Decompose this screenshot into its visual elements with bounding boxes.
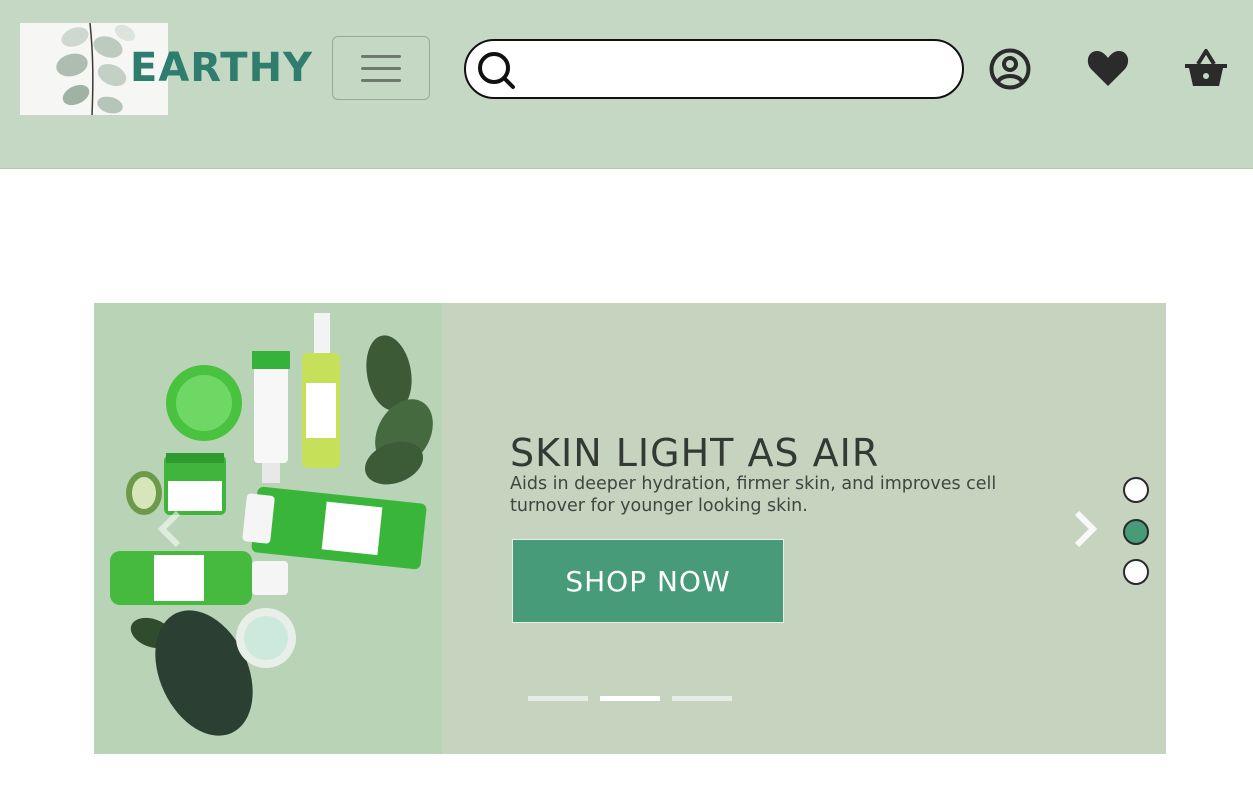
hero-carousel: SKIN LIGHT AS AIR Aids in deeper hydrati…: [94, 303, 1166, 754]
slide-description: Aids in deeper hydration, firmer skin, a…: [510, 474, 997, 516]
hamburger-menu-icon[interactable]: [332, 36, 430, 100]
chevron-left-icon: [157, 510, 181, 548]
slide-title: SKIN LIGHT AS AIR: [510, 431, 880, 475]
slide-dot-1[interactable]: [1123, 477, 1149, 503]
next-slide-button[interactable]: [1071, 509, 1099, 553]
search-input[interactable]: [526, 49, 950, 91]
product-image: [94, 303, 442, 754]
basket-icon: [1185, 49, 1227, 86]
previous-slide-button[interactable]: [156, 509, 184, 553]
user-circle-icon: [989, 48, 1031, 90]
slide-indicator-1[interactable]: [528, 696, 588, 701]
slide-dot-3[interactable]: [1123, 559, 1149, 585]
slide-indicator-2[interactable]: [600, 696, 660, 701]
slide-indicator-3[interactable]: [672, 696, 732, 701]
search-icon: [478, 52, 515, 89]
chevron-right-icon: [1074, 510, 1098, 548]
heart-icon: [1087, 51, 1129, 86]
brand-logo[interactable]: EARTHY: [20, 23, 312, 115]
slide-dot-2[interactable]: [1123, 519, 1149, 545]
cart-button[interactable]: [1183, 46, 1229, 92]
site-header: EARTHY: [0, 0, 1253, 169]
wishlist-button[interactable]: [1085, 46, 1131, 92]
brand-name: EARTHY: [130, 45, 314, 91]
search-bar[interactable]: [464, 39, 964, 99]
shop-now-button[interactable]: SHOP NOW: [512, 539, 784, 623]
account-button[interactable]: [987, 46, 1033, 92]
